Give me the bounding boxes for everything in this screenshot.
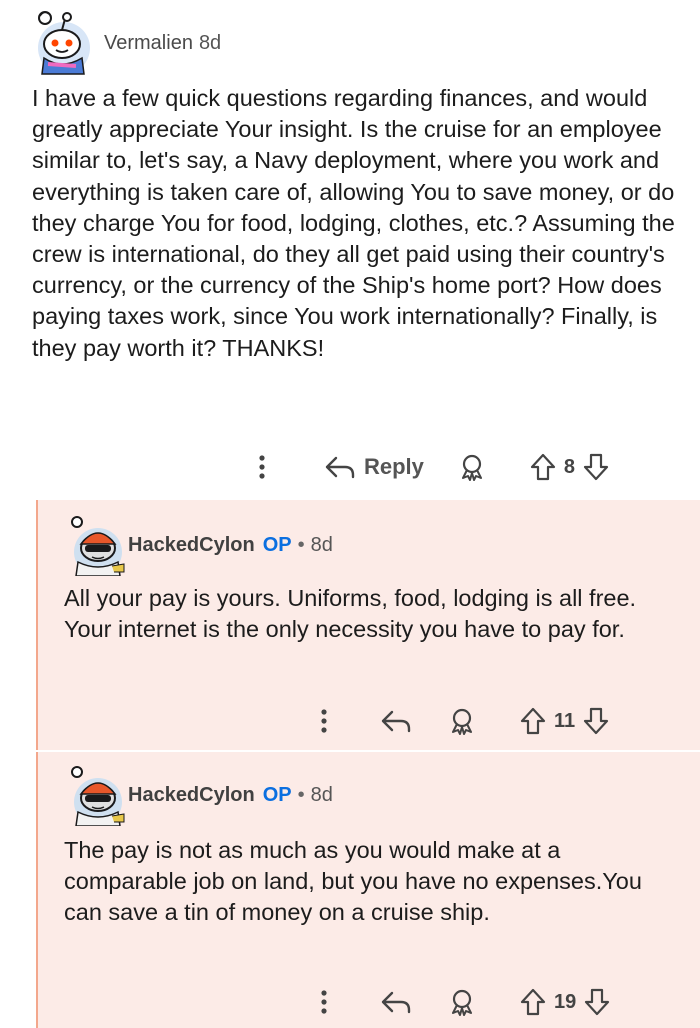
upvote-icon[interactable]	[520, 707, 546, 735]
award-icon[interactable]	[448, 707, 476, 735]
avatar[interactable]	[68, 514, 126, 577]
reply-label: Reply	[364, 454, 424, 479]
comment-header: Vermalien 8d	[30, 8, 221, 78]
comment-body: I have a few quick questions regarding f…	[32, 85, 675, 361]
award-icon[interactable]	[458, 453, 486, 481]
vote-count: 8	[563, 455, 576, 478]
downvote-icon[interactable]	[583, 707, 609, 735]
separator-dot: •	[297, 783, 305, 806]
avatar[interactable]	[68, 764, 126, 827]
comment-actions: 19	[314, 988, 610, 1016]
avatar[interactable]	[30, 8, 96, 78]
downvote-icon[interactable]	[583, 453, 609, 481]
vote-count: 11	[554, 709, 576, 732]
reply-arrow-icon[interactable]	[380, 990, 412, 1014]
comment-actions: Reply 8	[252, 453, 609, 481]
award-icon[interactable]	[448, 988, 476, 1016]
reply-comment: HackedCylon OP • 8d All your pay is your…	[36, 500, 700, 750]
timestamp: 8d	[310, 533, 333, 556]
reply-arrow-icon[interactable]	[380, 709, 412, 733]
vote-count: 19	[554, 990, 577, 1013]
more-options-icon[interactable]	[314, 989, 334, 1015]
upvote-icon[interactable]	[520, 988, 546, 1016]
comment-actions: 11	[314, 707, 609, 735]
comment-header: HackedCylon OP • 8d	[68, 764, 333, 827]
comment-body: All your pay is yours. Uniforms, food, l…	[64, 585, 637, 643]
reply-button[interactable]: Reply	[324, 454, 424, 480]
op-badge: OP	[262, 783, 292, 806]
timestamp: 8d	[310, 783, 333, 806]
more-options-icon[interactable]	[314, 708, 334, 734]
top-comment: Vermalien 8d I have a few quick question…	[0, 0, 700, 500]
username[interactable]: Vermalien	[104, 32, 193, 55]
snoo-avatar-icon	[71, 766, 125, 827]
snoo-avatar-icon	[38, 11, 90, 75]
downvote-icon[interactable]	[584, 988, 610, 1016]
timestamp: 8d	[198, 31, 222, 54]
op-badge: OP	[262, 533, 292, 556]
username[interactable]: HackedCylon	[128, 784, 255, 807]
upvote-icon[interactable]	[530, 453, 556, 481]
comment-body: The pay is not as much as you would make…	[64, 837, 642, 926]
more-options-icon[interactable]	[252, 454, 272, 480]
comment-header: HackedCylon OP • 8d	[68, 514, 333, 577]
reply-comment: HackedCylon OP • 8d The pay is not as mu…	[36, 752, 700, 1028]
reply-arrow-icon	[324, 455, 356, 479]
separator-dot: •	[297, 533, 305, 556]
username[interactable]: HackedCylon	[128, 534, 255, 557]
snoo-avatar-icon	[71, 516, 125, 577]
